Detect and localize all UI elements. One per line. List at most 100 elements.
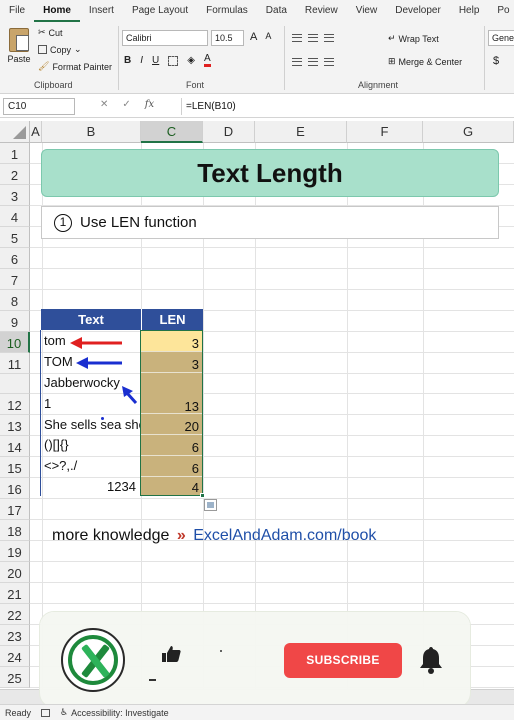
column-header-b[interactable]: B xyxy=(42,121,141,143)
bold-button[interactable]: B xyxy=(124,55,131,66)
name-box[interactable]: C10 xyxy=(3,98,75,115)
italic-button[interactable]: I xyxy=(140,55,143,66)
len-cell[interactable]: 6 xyxy=(141,456,202,477)
fill-handle[interactable] xyxy=(200,493,205,498)
tab-data[interactable]: Data xyxy=(257,0,296,22)
quick-analysis-icon[interactable] xyxy=(204,499,217,511)
row-header[interactable]: 11 xyxy=(0,353,30,374)
table-cell-text[interactable]: 1234 xyxy=(107,479,136,494)
table-cell-text[interactable]: She sells sea she xyxy=(44,417,146,432)
tab-file[interactable]: File xyxy=(0,0,34,22)
increase-font-button[interactable]: A xyxy=(250,31,257,43)
row-header[interactable]: 15 xyxy=(0,457,30,478)
row-header[interactable] xyxy=(0,374,30,394)
decrease-font-button[interactable]: A xyxy=(265,31,271,43)
len-cell[interactable]: 4 xyxy=(141,477,202,496)
font-color-icon[interactable]: A xyxy=(203,54,211,67)
thumbs-up-icon[interactable] xyxy=(161,645,181,668)
row-header[interactable]: 22 xyxy=(0,604,30,625)
align-left-icon[interactable] xyxy=(292,58,302,66)
align-right-icon[interactable] xyxy=(324,58,334,66)
row-header[interactable]: 12 xyxy=(0,394,30,415)
row-header[interactable]: 1 xyxy=(0,143,30,164)
knowledge-link[interactable]: more knowledge » ExcelAndAdam.com/book xyxy=(52,527,376,545)
column-header-c[interactable]: C xyxy=(141,121,203,143)
cut-button[interactable]: ✂ Cut xyxy=(38,27,63,38)
row-header[interactable]: 3 xyxy=(0,185,30,206)
row-header[interactable]: 19 xyxy=(0,541,30,562)
row-header[interactable]: 23 xyxy=(0,625,30,646)
row-header[interactable]: 2 xyxy=(0,164,30,185)
status-accessibility[interactable]: Accessibility: Investigate xyxy=(71,708,169,718)
table-cell-text[interactable]: 1 xyxy=(44,396,51,411)
column-header-g[interactable]: G xyxy=(423,121,514,143)
copy-button[interactable]: Copy ⌄ xyxy=(38,44,82,55)
align-top-icon[interactable] xyxy=(292,34,302,42)
row-header[interactable]: 25 xyxy=(0,667,30,688)
align-bottom-icon[interactable] xyxy=(324,34,334,42)
insert-function-button[interactable]: fx xyxy=(145,99,154,110)
worksheet-grid[interactable]: A B C D E F G 1 2 3 4 5 6 7 8 9 10 11 12 13 14 15 16 17 1… xyxy=(0,121,514,689)
format-painter-button[interactable]: 🖌 Format Painter xyxy=(38,61,112,72)
merge-center-button[interactable]: ⊞ Merge & Center xyxy=(388,56,462,67)
column-header-f[interactable]: F xyxy=(347,121,423,143)
subscribe-button[interactable]: SUBSCRIBE xyxy=(284,643,402,678)
formula-input[interactable]: =LEN(B10) xyxy=(186,98,236,115)
knowledge-url[interactable]: ExcelAndAdam.com/book xyxy=(193,527,376,544)
row-header[interactable]: 24 xyxy=(0,646,30,667)
tab-help[interactable]: Help xyxy=(450,0,489,22)
len-cell[interactable]: 3 xyxy=(141,352,202,373)
tab-formulas[interactable]: Formulas xyxy=(197,0,257,22)
row-header[interactable]: 4 xyxy=(0,206,30,227)
len-cell[interactable]: 6 xyxy=(141,435,202,456)
table-cell-text[interactable]: ()[]{} xyxy=(44,437,69,452)
underline-button[interactable]: U xyxy=(152,55,159,66)
tab-developer[interactable]: Developer xyxy=(386,0,450,22)
font-name-select[interactable]: Calibri xyxy=(122,30,208,46)
tab-view[interactable]: View xyxy=(347,0,387,22)
row-header[interactable]: 21 xyxy=(0,583,30,604)
tab-home[interactable]: Home xyxy=(34,0,80,22)
number-format-select[interactable]: Genera xyxy=(488,30,514,46)
paste-button[interactable]: Paste xyxy=(6,28,32,64)
row-header[interactable]: 13 xyxy=(0,415,30,436)
align-middle-icon[interactable] xyxy=(308,34,318,42)
tab-review[interactable]: Review xyxy=(296,0,347,22)
row-header[interactable]: 16 xyxy=(0,478,30,499)
font-size-select[interactable]: 10.5 xyxy=(211,30,244,46)
len-cell[interactable]: 20 xyxy=(141,414,202,435)
row-header[interactable]: 5 xyxy=(0,227,30,248)
table-header-len[interactable]: LEN xyxy=(141,309,203,330)
fill-color-icon[interactable]: ◈ xyxy=(187,55,195,66)
excel-logo-icon[interactable] xyxy=(61,628,125,692)
row-header[interactable]: 7 xyxy=(0,269,30,290)
len-cell[interactable]: 13 xyxy=(141,393,202,414)
column-header-d[interactable]: D xyxy=(203,121,255,143)
tab-insert[interactable]: Insert xyxy=(80,0,123,22)
wrap-text-button[interactable]: ↵ Wrap Text xyxy=(388,33,439,44)
gridline xyxy=(30,456,514,457)
tab-page-layout[interactable]: Page Layout xyxy=(123,0,197,22)
column-header-e[interactable]: E xyxy=(255,121,347,143)
currency-button[interactable]: $ xyxy=(493,55,499,67)
align-center-icon[interactable] xyxy=(308,58,318,66)
cancel-button[interactable]: ✕ xyxy=(100,99,108,110)
row-header[interactable]: 8 xyxy=(0,290,30,311)
table-cell-text[interactable]: <>?,./ xyxy=(44,458,77,473)
row-header[interactable]: 20 xyxy=(0,562,30,583)
len-cell-active[interactable]: 3 xyxy=(141,331,202,352)
borders-icon[interactable] xyxy=(168,55,179,66)
tab-power[interactable]: Po xyxy=(488,0,514,22)
column-header-a[interactable]: A xyxy=(30,121,42,143)
row-header[interactable]: 6 xyxy=(0,248,30,269)
enter-button[interactable]: ✓ xyxy=(122,99,130,110)
select-all-button[interactable] xyxy=(0,121,30,143)
row-header[interactable]: 14 xyxy=(0,436,30,457)
row-header[interactable]: 18 xyxy=(0,520,30,541)
row-header[interactable]: 17 xyxy=(0,499,30,520)
table-header-text[interactable]: Text xyxy=(41,309,141,330)
bell-icon[interactable] xyxy=(418,645,444,675)
row-header[interactable]: 9 xyxy=(0,311,30,332)
row-header[interactable]: 10 xyxy=(0,332,30,353)
macro-record-icon[interactable] xyxy=(41,708,51,717)
